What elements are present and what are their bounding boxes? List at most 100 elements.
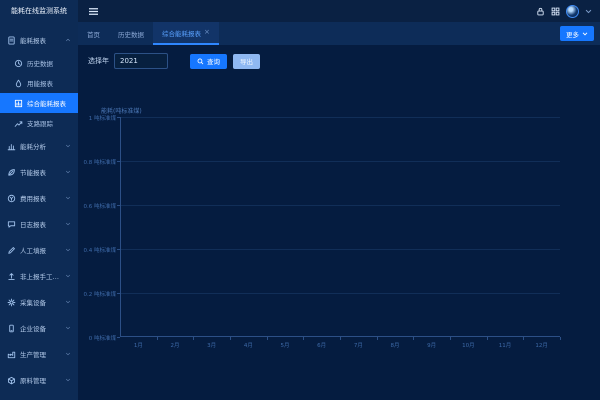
chevron-down-icon — [65, 299, 71, 305]
sidebar-item-material-mgmt[interactable]: 原料管理 — [0, 367, 78, 393]
x-tick-label: 5月 — [272, 341, 298, 349]
x-tick-label: 11月 — [492, 341, 518, 349]
gear-icon — [7, 298, 16, 307]
box-icon — [7, 376, 16, 385]
sidebar-item-label: 用能报表 — [27, 78, 53, 88]
tab-label: 历史数据 — [118, 29, 144, 39]
upload-icon — [7, 272, 16, 281]
y-tick-label: 0 吨标准煤 — [78, 334, 116, 342]
chevron-down-icon — [65, 221, 71, 227]
x-tick-mark — [157, 337, 158, 340]
sidebar-item-label: 非上报手工录入 — [20, 271, 65, 281]
top-header — [78, 0, 600, 22]
gridline — [120, 293, 560, 294]
sidebar-item-label: 综合能耗报表 — [27, 98, 66, 108]
sidebar-item-branch-tracking[interactable]: 支路跟踪 — [0, 113, 78, 133]
factory-icon — [7, 350, 16, 359]
trend-icon — [14, 119, 23, 128]
chevron-down-icon[interactable] — [585, 9, 592, 14]
sidebar-item-energy-analysis[interactable]: 能耗分析 — [0, 133, 78, 159]
sidebar-item-label: 历史数据 — [27, 58, 53, 68]
analysis-icon — [7, 142, 16, 151]
history-icon — [14, 59, 23, 68]
x-tick-label: 12月 — [529, 341, 555, 349]
sidebar-item-label: 节能报表 — [20, 167, 46, 177]
drop-icon — [14, 79, 23, 88]
x-tick-mark — [523, 337, 524, 340]
tab-history-data[interactable]: 历史数据 — [109, 22, 153, 45]
sidebar-item-composite-report[interactable]: 综合能耗报表 — [0, 93, 78, 113]
y-tick-label: 0.8 吨标准煤 — [78, 158, 116, 166]
sidebar-item-usage-report[interactable]: 用能报表 — [0, 73, 78, 93]
sidebar-item-manual-entry[interactable]: 人工填报 — [0, 237, 78, 263]
main-content: 选择年 查询 导出 能耗(吨标准煤) 1 吨标准煤0.8 吨标准煤0.6 吨标准… — [78, 45, 600, 400]
x-tick-mark — [193, 337, 194, 340]
sidebar-item-label: 采集设备 — [20, 297, 46, 307]
sidebar-item-cost-report[interactable]: 费用报表 — [0, 185, 78, 211]
x-tick-mark — [560, 337, 561, 340]
close-icon[interactable]: × — [204, 29, 210, 36]
sidebar-item-log-report[interactable]: 日志报表 — [0, 211, 78, 237]
chevron-down-icon — [65, 143, 71, 149]
x-tick-label: 3月 — [199, 341, 225, 349]
sidebar-item-energy-report[interactable]: 能耗报表 — [0, 27, 78, 53]
y-tick-mark — [117, 337, 120, 338]
gridline — [120, 117, 560, 118]
tab-composite-report[interactable]: 综合能耗报表 × — [153, 22, 219, 45]
device-icon — [7, 324, 16, 333]
x-tick-mark — [413, 337, 414, 340]
y-tick-mark — [117, 161, 120, 162]
x-tick-mark — [230, 337, 231, 340]
grid-icon[interactable] — [551, 7, 560, 16]
chart-plot-area — [120, 117, 560, 337]
chevron-down-icon — [65, 169, 71, 175]
x-tick-label: 1月 — [125, 341, 151, 349]
sidebar-item-label: 生产管理 — [20, 349, 46, 359]
sidebar-item-label: 支路跟踪 — [27, 118, 53, 128]
y-tick-mark — [117, 117, 120, 118]
sidebar-item-label: 原料管理 — [20, 375, 46, 385]
sidebar-item-production-mgmt[interactable]: 生产管理 — [0, 341, 78, 367]
sidebar-item-saving-report[interactable]: 节能报表 — [0, 159, 78, 185]
gridline — [120, 161, 560, 162]
x-tick-label: 8月 — [382, 341, 408, 349]
x-tick-label: 4月 — [235, 341, 261, 349]
y-tick-label: 0.2 吨标准煤 — [78, 290, 116, 298]
x-tick-mark — [377, 337, 378, 340]
sidebar-item-enterprise-device[interactable]: 企业设备 — [0, 315, 78, 341]
x-tick-label: 9月 — [419, 341, 445, 349]
chevron-down-icon — [65, 247, 71, 253]
app-title: 能耗在线监测系统 — [0, 0, 78, 22]
y-tick-label: 0.4 吨标准煤 — [78, 246, 116, 254]
x-tick-mark — [340, 337, 341, 340]
chevron-down-icon — [65, 273, 71, 279]
x-tick-mark — [267, 337, 268, 340]
more-button[interactable]: 更多 — [560, 26, 594, 41]
report-icon — [7, 36, 16, 45]
hamburger-icon[interactable] — [88, 7, 99, 16]
x-tick-label: 6月 — [309, 341, 335, 349]
sidebar-item-offline-entry[interactable]: 非上报手工录入 — [0, 263, 78, 289]
sidebar-menu: 能耗报表历史数据用能报表综合能耗报表支路跟踪能耗分析节能报表费用报表日志报表人工… — [0, 22, 78, 393]
more-button-label: 更多 — [566, 29, 579, 39]
x-tick-mark — [487, 337, 488, 340]
sidebar-item-history-data[interactable]: 历史数据 — [0, 53, 78, 73]
chevron-up-icon — [65, 37, 71, 43]
y-tick-mark — [117, 205, 120, 206]
sidebar-item-label: 日志报表 — [20, 219, 46, 229]
sidebar-item-label: 企业设备 — [20, 323, 46, 333]
gridline — [120, 205, 560, 206]
x-tick-label: 7月 — [345, 341, 371, 349]
leaf-icon — [7, 168, 16, 177]
lock-icon[interactable] — [536, 7, 545, 16]
sidebar-item-label: 能耗报表 — [20, 35, 46, 45]
header-icons — [536, 5, 592, 18]
tab-home[interactable]: 首页 — [78, 22, 109, 45]
sidebar-item-label: 费用报表 — [20, 193, 46, 203]
user-avatar[interactable] — [566, 5, 579, 18]
x-tick-mark — [450, 337, 451, 340]
sidebar-item-collect-device[interactable]: 采集设备 — [0, 289, 78, 315]
y-tick-mark — [117, 249, 120, 250]
composite-report-icon — [14, 99, 23, 108]
y-tick-label: 0.6 吨标准煤 — [78, 202, 116, 210]
